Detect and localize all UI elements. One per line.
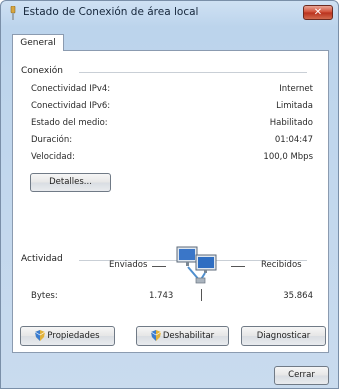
bytes-label: Bytes: [31,291,58,301]
details-button[interactable]: Detalles... [30,173,111,192]
diagnose-button[interactable]: Diagnosticar [241,326,326,346]
uac-shield-icon [35,330,46,341]
ipv4-label: Conectividad IPv4: [31,84,111,94]
properties-button[interactable]: Propiedades [20,326,115,346]
close-window-button[interactable]: ✕ [303,5,333,20]
uac-shield-icon [150,330,161,341]
ipv6-value: Limitada [276,101,313,111]
sent-dash [152,266,166,267]
sent-label: Enviados [109,260,148,270]
close-button[interactable]: Cerrar [274,366,329,385]
received-dash [231,266,245,267]
bytes-sent-value: 1.743 [149,291,174,301]
window-title: Estado de Conexión de área local [23,6,199,18]
activity-separator [201,289,202,301]
title-bar[interactable]: Estado de Conexión de área local ✕ [1,1,338,27]
general-panel: Conexión Conectividad IPv4: Internet Con… [12,50,329,353]
duration-label: Duración: [31,135,73,145]
disable-button-label: Deshabilitar [162,331,215,341]
media-state-label: Estado del medio: [31,118,108,128]
bytes-received-value: 35.864 [283,291,313,301]
properties-button-label: Propiedades [47,331,100,341]
network-computers-icon [176,246,217,284]
network-plug-icon [10,6,16,20]
tab-general[interactable]: General [12,34,64,51]
disable-button[interactable]: Deshabilitar [136,326,229,346]
speed-label: Velocidad: [31,152,75,162]
connection-group-title: Conexión [21,66,67,76]
media-state-value: Habilitado [269,118,313,128]
speed-value: 100,0 Mbps [263,152,313,162]
duration-value: 01:04:47 [274,135,313,145]
ipv4-value: Internet [279,84,313,94]
activity-group-title: Actividad [21,254,67,264]
dialog-window: Estado de Conexión de área local ✕ Gener… [0,0,339,389]
ipv6-label: Conectividad IPv6: [31,101,111,111]
connection-divider [79,72,307,73]
received-label: Recibidos [261,260,302,270]
